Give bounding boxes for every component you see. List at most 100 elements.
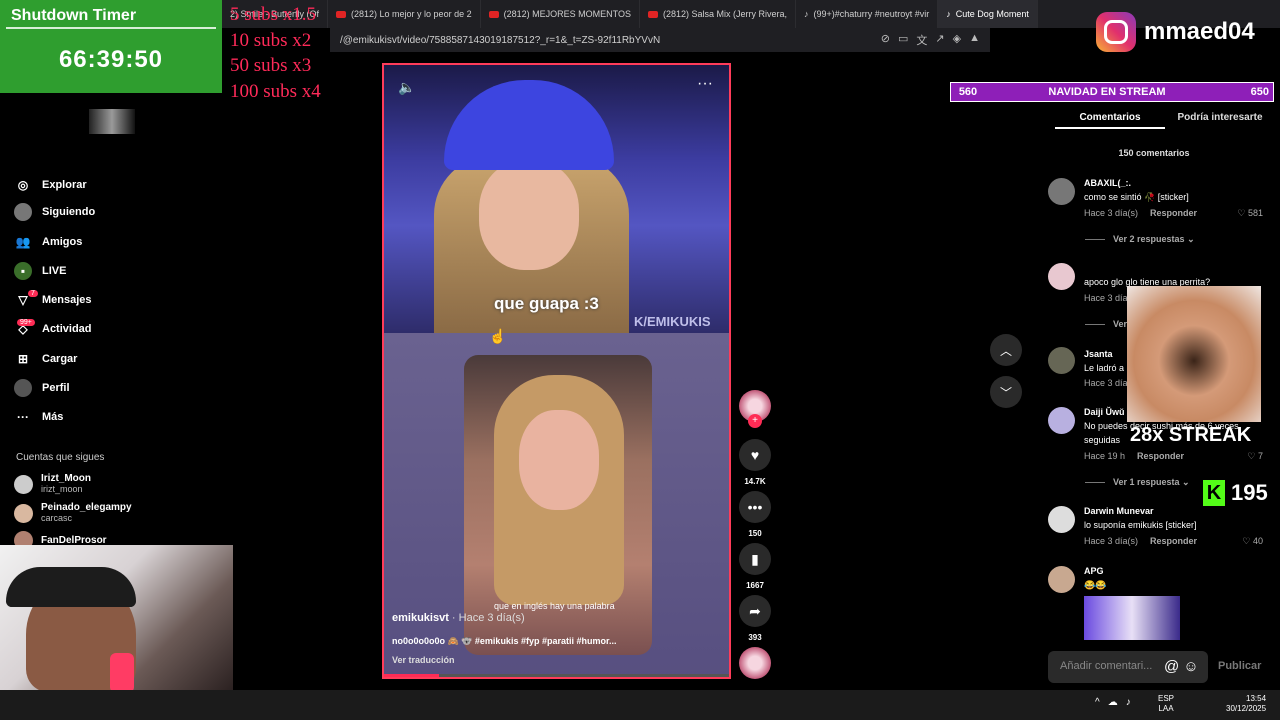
comment-user[interactable]: Jsanta	[1084, 349, 1113, 359]
cast-icon[interactable]: ▭	[898, 32, 908, 48]
tab-comments[interactable]: Comentarios	[1055, 104, 1165, 129]
comment-user[interactable]: Darwin Munevar	[1084, 506, 1154, 516]
sidebar-item-cargar[interactable]: ⊞ Cargar	[14, 350, 78, 368]
instagram-icon	[1096, 12, 1136, 52]
like-action[interactable]: ♥ 14.7K	[738, 439, 772, 486]
mention-icon[interactable]: @	[1164, 658, 1179, 675]
kick-counter: K 195	[1203, 480, 1268, 506]
comment-like[interactable]: ♡ 7	[1247, 451, 1263, 462]
address-bar[interactable]: /@emikukisvt/video/7588587143019187512?_…	[330, 28, 990, 52]
video-player[interactable]: que guapa :3 K/EMIKUKIS 🔈 ··· que en ing…	[382, 63, 731, 679]
browser-tab[interactable]: (2812) MEJORES MOMENTOS	[481, 0, 640, 28]
translate-icon[interactable]: 文	[916, 32, 927, 48]
avatar[interactable]	[1048, 407, 1075, 434]
comment-like[interactable]: ♡ 40	[1242, 536, 1263, 547]
view-replies-button[interactable]: Ver	[1085, 319, 1127, 329]
comment-user[interactable]: ABAXIL(_:.	[1084, 178, 1131, 188]
account-name: Irizt_Moon	[41, 473, 91, 484]
timer-title: Shutdown Timer	[11, 7, 137, 24]
author-name: emikukisvt	[392, 612, 449, 624]
follow-plus-icon[interactable]: +	[748, 414, 762, 428]
sidebar-item-perfil[interactable]: Perfil	[14, 379, 70, 397]
clock[interactable]: 13:54 30/12/2025	[1226, 694, 1266, 714]
mic-icon[interactable]: ♪	[1126, 697, 1139, 708]
cloud-icon[interactable]: ☁	[1108, 697, 1126, 708]
sidebar-item-mas[interactable]: ··· Más	[14, 408, 63, 426]
sidebar-item-amigos[interactable]: 👥 Amigos	[14, 233, 83, 251]
following-account[interactable]: Irizt_Moon irizt_moon	[14, 473, 91, 495]
chevron-up-icon: ︿	[999, 343, 1012, 358]
avatar[interactable]	[1048, 347, 1075, 374]
browser-tab[interactable]: (2812) Lo mejor y lo peor de 2	[328, 0, 481, 28]
goal-title: NAVIDAD EN STREAM	[1048, 86, 1166, 98]
more-icon: ···	[17, 410, 29, 424]
video-author[interactable]: emikukisvt · Hace 3 día(s)	[392, 612, 525, 624]
view-replies-button[interactable]: Ver 1 respuesta ⌄	[1085, 477, 1190, 488]
sidebar-item-explorar[interactable]: ◎ Explorar	[14, 176, 87, 194]
comment-image[interactable]	[1084, 596, 1180, 640]
emoji-icon[interactable]: ☺	[1183, 658, 1198, 675]
reply-button[interactable]: Responder	[1137, 451, 1184, 461]
sidebar-item-siguiendo[interactable]: Siguiendo	[14, 203, 95, 221]
eye-off-icon[interactable]: ⊘	[881, 32, 890, 48]
comments-tabs: Comentarios Podría interesarte	[1055, 104, 1275, 129]
save-action[interactable]: ▮ 1667	[738, 543, 772, 590]
view-replies-label: Ver	[1113, 319, 1128, 329]
reply-button[interactable]: Responder	[1150, 208, 1197, 218]
share-icon: ➦	[739, 595, 771, 627]
subs-multiplier-list: 5 subs x1.5 10 subs x2 50 subs x3 100 su…	[230, 2, 321, 104]
save-count: 1667	[746, 581, 764, 590]
avatar[interactable]	[1048, 566, 1075, 593]
small-thumbnail	[89, 109, 135, 134]
sidebar-item-live[interactable]: ▪ LIVE	[14, 262, 66, 280]
video-watermark: K/EMIKUKIS	[634, 314, 711, 329]
comment-text: seguidas	[1084, 435, 1121, 445]
chevron-up-icon[interactable]: ^	[1095, 697, 1108, 708]
warning-icon[interactable]: ▲	[969, 32, 980, 48]
see-translation-link[interactable]: Ver traducción	[392, 655, 455, 665]
heart-icon: ♥	[739, 439, 771, 471]
previous-video-button[interactable]: ︿	[990, 334, 1022, 366]
comment-like[interactable]: ♡ 581	[1237, 208, 1263, 219]
comment-user[interactable]: APG	[1084, 566, 1104, 576]
subs-line: 100 subs x4	[230, 80, 321, 102]
browser-tab-active[interactable]: ♪ Cute Dog Moment	[938, 0, 1038, 28]
instagram-overlay: mmaed04	[1096, 12, 1255, 52]
goal-current: 560	[958, 86, 978, 98]
language-indicator[interactable]: ESP LAA	[1158, 694, 1174, 714]
comment-time: Hace 3 día	[1084, 378, 1128, 388]
browser-tab[interactable]: (2812) Salsa Mix (Jerry Rivera,	[640, 0, 796, 28]
messages-badge: 7	[28, 290, 38, 297]
avatar[interactable]	[1048, 263, 1075, 290]
subs-line: 50 subs x3	[230, 55, 312, 76]
sidebar-item-label: Mensajes	[42, 294, 92, 306]
share-action[interactable]: ➦ 393	[738, 595, 772, 642]
brave-shield-icon[interactable]: ◈	[953, 32, 961, 48]
volume-icon[interactable]: 🔈	[398, 79, 415, 96]
goal-bar: 560 NAVIDAD EN STREAM 650	[950, 82, 1274, 102]
sidebar-item-label: Cargar	[42, 353, 78, 365]
video-progress-bar[interactable]	[384, 674, 729, 677]
tab-interest[interactable]: Podría interesarte	[1165, 104, 1275, 129]
video-subtitle: que en inglés hay una palabra	[494, 601, 615, 611]
sidebar-item-label: Perfil	[42, 382, 70, 394]
comment-action[interactable]: ••• 150	[738, 491, 772, 538]
music-avatar[interactable]	[739, 647, 771, 679]
subs-line: 10 subs x2	[230, 29, 312, 51]
share-icon[interactable]: ↗	[935, 32, 944, 48]
kick-logo-icon: K	[1203, 480, 1225, 506]
sidebar-item-mensajes[interactable]: ▽ Mensajes	[14, 291, 92, 309]
tiktok-icon: ♪	[946, 9, 951, 19]
reply-button[interactable]: Responder	[1150, 536, 1197, 546]
following-account[interactable]: Peinado_elegampy carcasc	[14, 502, 132, 524]
comment-user[interactable]: Daiji Ŭwŭ	[1084, 407, 1125, 417]
more-options-icon[interactable]: ···	[697, 75, 713, 93]
post-button[interactable]: Publicar	[1218, 660, 1261, 672]
video-beanie	[444, 80, 614, 170]
comment-time: Hace 3 día	[1084, 293, 1128, 303]
avatar[interactable]	[1048, 506, 1075, 533]
view-replies-button[interactable]: Ver 2 respuestas ⌄	[1085, 234, 1195, 245]
avatar[interactable]	[1048, 178, 1075, 205]
next-video-button[interactable]: ﹀	[990, 376, 1022, 408]
browser-tab[interactable]: ♪ (99+)#chaturry #neutroyt #vir	[796, 0, 939, 28]
